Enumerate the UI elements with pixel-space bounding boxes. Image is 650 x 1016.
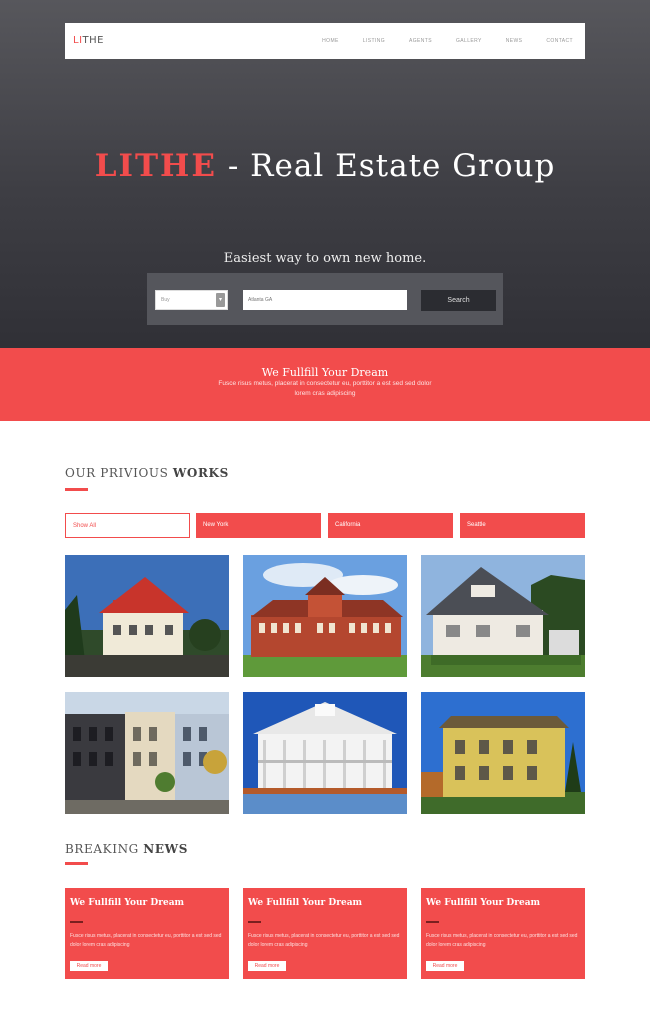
chevron-down-icon: ▾ (216, 293, 225, 307)
listing-type-select[interactable]: Buy ▾ (155, 290, 228, 310)
news-card-text: Fusce risus metus, placerat in consectet… (248, 933, 400, 948)
nav-news[interactable]: NEWS (506, 23, 523, 59)
work-photo-3[interactable] (421, 555, 585, 677)
hero-section: LITHE HOME LISTING AGENTS GALLERY NEWS C… (0, 0, 650, 348)
read-more-button[interactable]: Read more (248, 961, 286, 971)
banner-title: We Fullfill Your Dream (261, 366, 389, 379)
hero-subtitle: Easiest way to own new home. (223, 251, 427, 266)
search-button[interactable]: Search (421, 290, 496, 311)
news-card-1: We Fullfill Your Dream Fusce risus metus… (65, 888, 229, 979)
news-heading: BREAKING NEWS (65, 842, 188, 856)
banner-text: Fusce risus metus, placerat in consectet… (218, 380, 432, 397)
news-card-text: Fusce risus metus, placerat in consectet… (426, 933, 578, 948)
work-photo-2[interactable] (243, 555, 407, 677)
news-card-divider (248, 921, 261, 923)
filter-california[interactable]: California (328, 513, 453, 538)
filter-show-all[interactable]: Show All (65, 513, 190, 538)
read-more-button[interactable]: Read more (70, 961, 108, 971)
nav-agents[interactable]: AGENTS (409, 23, 432, 59)
news-card-3: We Fullfill Your Dream Fusce risus metus… (421, 888, 585, 979)
news-card-divider (70, 921, 83, 923)
work-photo-5[interactable] (243, 692, 407, 814)
nav-listing[interactable]: LISTING (363, 23, 385, 59)
hero-brand: LITHE (94, 148, 217, 184)
work-photo-6[interactable] (421, 692, 585, 814)
property-search-form: Buy ▾ Search (147, 273, 503, 325)
read-more-button[interactable]: Read more (426, 961, 464, 971)
work-photo-1[interactable] (65, 555, 229, 677)
main-nav: HOME LISTING AGENTS GALLERY NEWS CONTACT (322, 23, 573, 59)
dream-banner: We Fullfill Your Dream Fusce risus metus… (0, 348, 650, 421)
news-card-title[interactable]: We Fullfill Your Dream (70, 898, 184, 908)
works-filter-bar: Show All New York California Seattle (65, 513, 585, 538)
site-logo[interactable]: LITHE (73, 23, 104, 59)
nav-gallery[interactable]: GALLERY (456, 23, 482, 59)
news-card-title[interactable]: We Fullfill Your Dream (248, 898, 362, 908)
nav-contact[interactable]: CONTACT (546, 23, 573, 59)
filter-new-york[interactable]: New York (196, 513, 321, 538)
location-input[interactable] (243, 290, 407, 310)
filter-seattle[interactable]: Seattle (460, 513, 585, 538)
news-card-title[interactable]: We Fullfill Your Dream (426, 898, 540, 908)
works-heading-underline (65, 488, 88, 491)
news-heading-underline (65, 862, 88, 865)
news-card-2: We Fullfill Your Dream Fusce risus metus… (243, 888, 407, 979)
nav-home[interactable]: HOME (322, 23, 339, 59)
work-photo-4[interactable] (65, 692, 229, 814)
works-heading: OUR PRIVIOUS WORKS (65, 466, 229, 480)
news-card-text: Fusce risus metus, placerat in consectet… (70, 933, 222, 948)
top-navbar: LITHE HOME LISTING AGENTS GALLERY NEWS C… (65, 23, 585, 59)
news-card-divider (426, 921, 439, 923)
hero-title: LITHE - Real Estate Group (94, 148, 556, 184)
